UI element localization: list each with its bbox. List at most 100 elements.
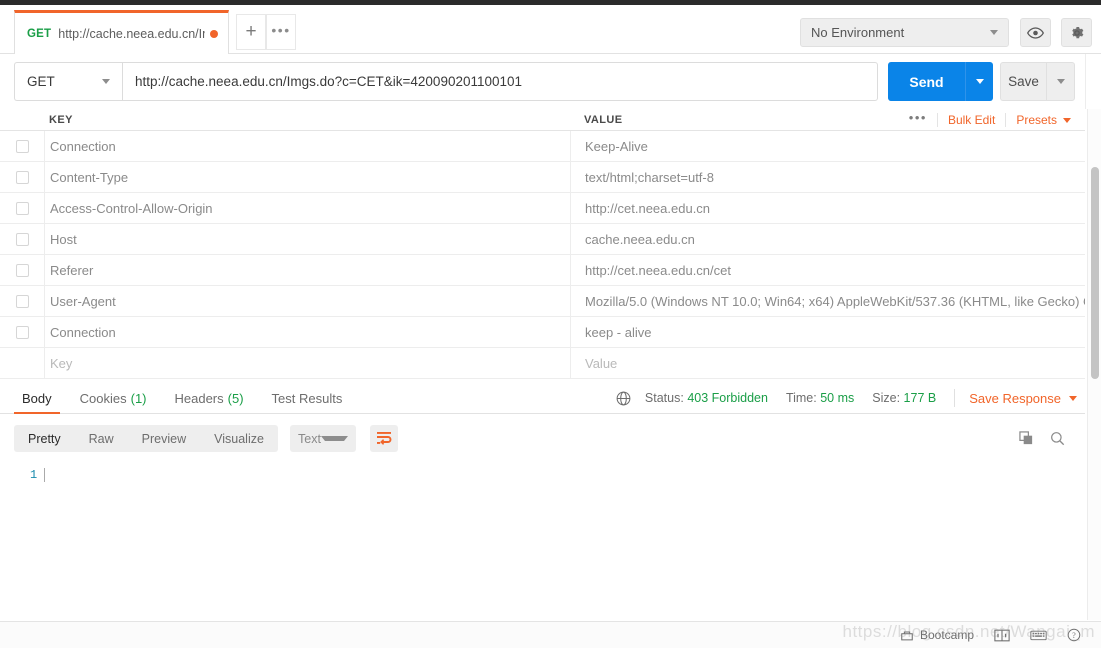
chevron-down-icon <box>1069 395 1077 401</box>
meta-divider <box>954 389 956 407</box>
header-key-cell[interactable]: Content-Type <box>44 162 570 192</box>
layout-toggle-button[interactable] <box>984 629 1020 642</box>
vertical-scrollbar-thumb[interactable] <box>1091 167 1099 379</box>
new-header-key-input[interactable]: Key <box>44 348 570 378</box>
tab-test-results[interactable]: Test Results <box>258 382 357 414</box>
table-row[interactable]: Access-Control-Allow-Origin http://cet.n… <box>0 193 1085 224</box>
presets-button[interactable]: Presets <box>1006 113 1081 127</box>
header-value-cell[interactable]: Mozilla/5.0 (Windows NT 10.0; Win64; x64… <box>570 286 1085 316</box>
body-format-value: Text <box>298 431 321 446</box>
two-pane-icon <box>994 629 1010 642</box>
header-value-cell[interactable]: http://cet.neea.edu.cn <box>570 193 1085 223</box>
table-row[interactable]: Connection keep - alive <box>0 317 1085 348</box>
response-body-editor[interactable]: 1 <box>0 462 1085 620</box>
header-value-cell[interactable]: text/html;charset=utf-8 <box>570 162 1085 192</box>
bulk-edit-button[interactable]: Bulk Edit <box>938 113 1007 127</box>
column-header-key: KEY <box>49 113 73 126</box>
ellipsis-icon: ••• <box>271 21 291 38</box>
request-url-bar: GET http://cache.neea.edu.cn/Imgs.do?c=C… <box>0 54 1101 109</box>
row-checkbox[interactable] <box>15 263 29 277</box>
chevron-down-icon <box>320 436 348 441</box>
response-status: Status: 403 Forbidden <box>645 391 768 405</box>
table-row[interactable]: Host cache.neea.edu.cn <box>0 224 1085 255</box>
chevron-down-icon <box>1063 117 1071 123</box>
bootcamp-button[interactable]: Bootcamp <box>890 628 984 642</box>
header-value-cell[interactable]: http://cet.neea.edu.cn/cet <box>570 255 1085 285</box>
send-options-button[interactable] <box>965 62 993 101</box>
table-row[interactable]: Content-Type text/html;charset=utf-8 <box>0 162 1085 193</box>
vertical-scrollbar-track[interactable] <box>1087 109 1101 620</box>
header-key-cell[interactable]: Connection <box>44 131 570 161</box>
header-key-cell[interactable]: Referer <box>44 255 570 285</box>
new-header-row[interactable]: Key Value <box>0 348 1085 379</box>
view-visualize[interactable]: Visualize <box>200 425 278 452</box>
header-key-cell[interactable]: Host <box>44 224 570 254</box>
header-key-cell[interactable]: Connection <box>44 317 570 347</box>
row-checkbox-cell <box>0 263 44 277</box>
tab-headers-label: Headers <box>174 390 224 406</box>
word-wrap-button[interactable] <box>370 425 398 452</box>
save-response-button[interactable]: Save Response <box>969 391 1077 406</box>
search-icon[interactable] <box>1050 431 1065 446</box>
body-view-tabs: Pretty Raw Preview Visualize <box>14 425 278 452</box>
view-raw[interactable]: Raw <box>75 425 128 452</box>
http-method-value: GET <box>27 74 55 89</box>
row-checkbox-cell <box>0 201 44 215</box>
http-method-select[interactable]: GET <box>14 62 122 101</box>
headers-more-options-icon[interactable]: ••• <box>899 111 938 127</box>
save-button[interactable]: Save <box>1000 62 1046 101</box>
help-button[interactable]: ? <box>1057 628 1091 642</box>
response-tabs: Body Cookies (1) Headers (5) Test Result… <box>8 382 356 414</box>
help-icon: ? <box>1067 628 1081 642</box>
chevron-down-icon <box>1056 79 1065 84</box>
save-options-button[interactable] <box>1046 62 1075 101</box>
settings-button[interactable] <box>1061 18 1092 47</box>
tab-cookies-count: (1) <box>130 390 147 406</box>
row-checkbox[interactable] <box>15 170 29 184</box>
row-checkbox-cell <box>0 139 44 153</box>
time-value: 50 ms <box>820 391 855 405</box>
environment-quick-look-button[interactable] <box>1020 18 1051 47</box>
table-row[interactable]: Referer http://cet.neea.edu.cn/cet <box>0 255 1085 286</box>
body-format-select[interactable]: Text <box>290 425 356 452</box>
row-checkbox[interactable] <box>15 325 29 339</box>
header-key-cell[interactable]: Access-Control-Allow-Origin <box>44 193 570 223</box>
tab-options-button[interactable]: ••• <box>266 14 296 50</box>
save-response-label: Save Response <box>969 390 1061 406</box>
header-value-cell[interactable]: Keep-Alive <box>570 131 1085 161</box>
view-pretty[interactable]: Pretty <box>14 425 75 452</box>
tab-headers[interactable]: Headers (5) <box>161 382 258 414</box>
tab-url-label: http://cache.neea.edu.cn/Imgs.... <box>58 26 205 41</box>
response-meta: Status: 403 Forbidden Time: 50 ms Size: … <box>616 382 1077 414</box>
tab-body[interactable]: Body <box>8 382 66 414</box>
table-row[interactable]: User-Agent Mozilla/5.0 (Windows NT 10.0;… <box>0 286 1085 317</box>
copy-icon[interactable] <box>1019 431 1034 446</box>
size-label: Size: <box>872 391 901 405</box>
new-tab-button[interactable]: + <box>236 14 266 50</box>
headers-table-header-row: KEY VALUE ••• Bulk Edit Presets <box>0 109 1085 131</box>
row-checkbox[interactable] <box>15 201 29 215</box>
headers-table: KEY VALUE ••• Bulk Edit Presets Connecti… <box>0 109 1085 382</box>
table-row[interactable]: Connection Keep-Alive <box>0 131 1085 162</box>
send-button[interactable]: Send <box>888 62 965 101</box>
header-value-cell[interactable]: cache.neea.edu.cn <box>570 224 1085 254</box>
tab-bar: GET http://cache.neea.edu.cn/Imgs.... + … <box>0 5 1101 54</box>
row-checkbox[interactable] <box>15 294 29 308</box>
request-tab[interactable]: GET http://cache.neea.edu.cn/Imgs.... <box>14 10 229 54</box>
new-header-value-input[interactable]: Value <box>570 348 1085 378</box>
svg-text:?: ? <box>1072 631 1076 640</box>
url-input[interactable]: http://cache.neea.edu.cn/Imgs.do?c=CET&i… <box>122 62 878 101</box>
view-preview[interactable]: Preview <box>128 425 200 452</box>
presets-label: Presets <box>1016 113 1057 127</box>
tab-cookies[interactable]: Cookies (1) <box>66 382 161 414</box>
response-tab-bar: Body Cookies (1) Headers (5) Test Result… <box>0 382 1085 414</box>
row-checkbox[interactable] <box>15 232 29 246</box>
header-value-cell[interactable]: keep - alive <box>570 317 1085 347</box>
environment-selector[interactable]: No Environment <box>800 18 1009 47</box>
line-number: 1 <box>30 468 38 482</box>
keyboard-shortcuts-button[interactable] <box>1020 629 1057 641</box>
plus-icon: + <box>245 21 257 42</box>
row-checkbox[interactable] <box>15 139 29 153</box>
globe-icon[interactable] <box>616 391 631 406</box>
header-key-cell[interactable]: User-Agent <box>44 286 570 316</box>
